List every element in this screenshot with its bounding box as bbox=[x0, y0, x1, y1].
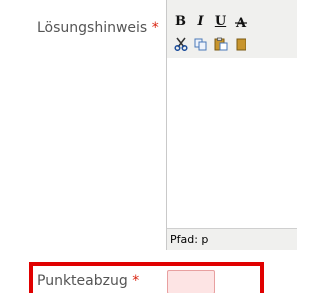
underline-icon[interactable]: U bbox=[213, 14, 228, 29]
editor-toolbar: B I U A bbox=[167, 0, 297, 59]
editor-toolbar-row-1: B I U A bbox=[173, 14, 248, 29]
rich-text-editor: B I U A Pfad: p bbox=[166, 0, 297, 250]
strikethrough-icon[interactable]: A bbox=[233, 14, 248, 29]
point-deduction-label-text: Punkteabzug bbox=[37, 273, 128, 289]
required-marker: * bbox=[151, 20, 159, 36]
editor-toolbar-row-2 bbox=[173, 36, 248, 51]
editor-content-area[interactable] bbox=[167, 58, 297, 228]
paste-text-icon[interactable] bbox=[233, 36, 248, 51]
paste-icon[interactable] bbox=[213, 36, 228, 51]
solution-hint-label: Lösungshinweis * bbox=[37, 20, 159, 36]
copy-icon[interactable] bbox=[193, 36, 208, 51]
italic-icon[interactable]: I bbox=[193, 14, 208, 29]
form-section: Lösungshinweis * B I U A Pfad: p Punktea… bbox=[0, 0, 297, 293]
bold-icon[interactable]: B bbox=[173, 14, 188, 29]
cut-icon[interactable] bbox=[173, 36, 188, 51]
point-deduction-input[interactable] bbox=[167, 270, 215, 293]
required-marker: * bbox=[132, 273, 140, 289]
editor-status-path: Pfad: p bbox=[167, 228, 297, 250]
point-deduction-label: Punkteabzug * bbox=[37, 273, 139, 289]
solution-hint-label-text: Lösungshinweis bbox=[37, 20, 148, 36]
